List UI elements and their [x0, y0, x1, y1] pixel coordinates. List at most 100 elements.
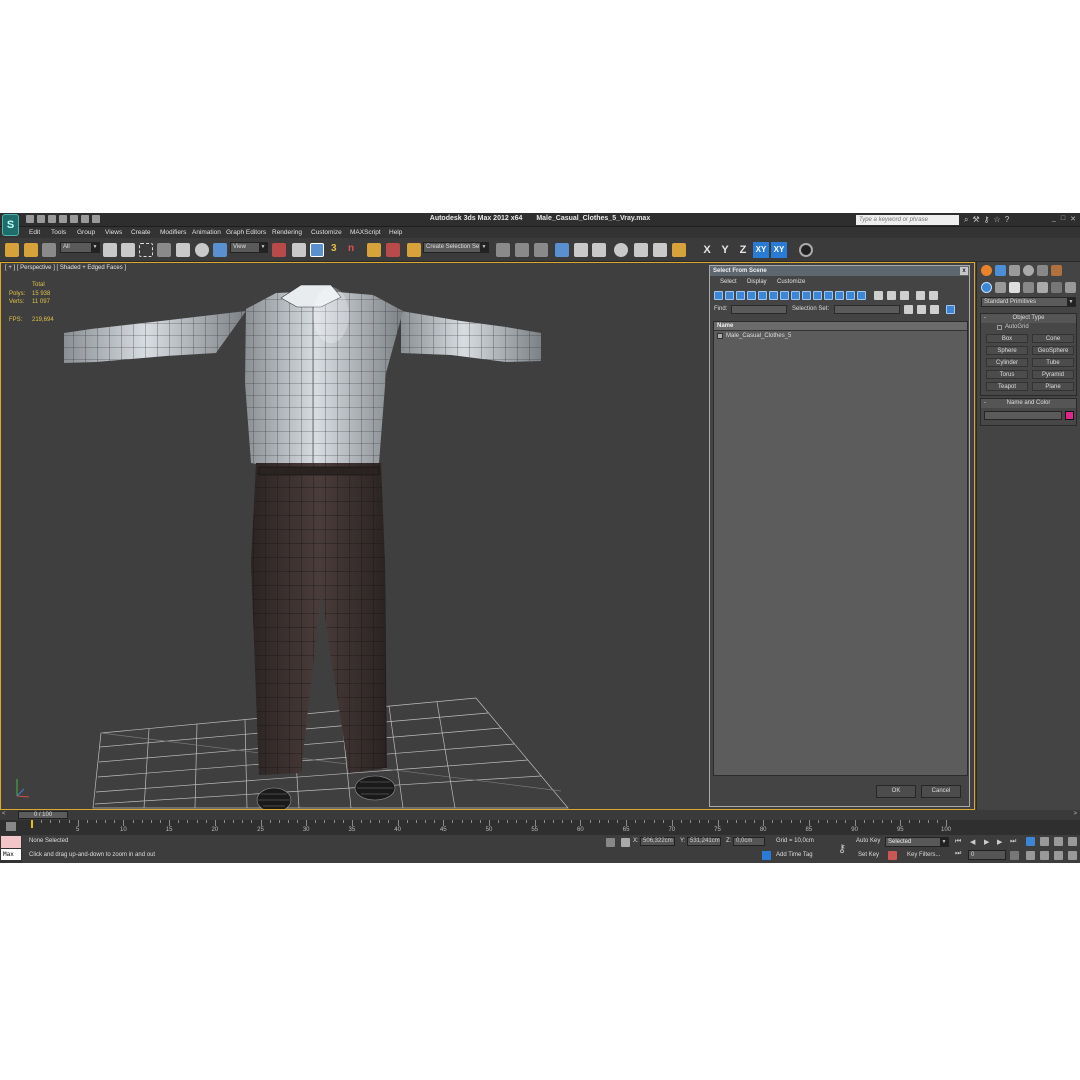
track-bar[interactable]: 5 10 15 20 25 30 35 40 45 50 55 60 65 70 75 80 85 90 95 100 [0, 820, 1080, 835]
time-slider-next-icon[interactable]: > [1073, 811, 1077, 817]
set-key-button[interactable]: Set Key [858, 852, 879, 858]
time-slider-handle[interactable]: 0 / 100 [18, 811, 68, 819]
rotate-icon[interactable] [195, 243, 209, 257]
axis-xy-button[interactable]: XY [753, 242, 769, 258]
mirror-icon[interactable] [496, 243, 510, 257]
menu-maxscript[interactable]: MAXScript [350, 229, 381, 236]
x-coordinate-field[interactable]: 506,322cm [640, 837, 675, 846]
utilities-tab-icon[interactable] [1051, 265, 1062, 276]
tube-button[interactable]: Tube [1032, 358, 1074, 367]
reference-coordinate-dropdown[interactable]: View ▼ [230, 242, 268, 253]
key-mode-toggle-icon[interactable]: ⏭ [955, 850, 961, 858]
filter-helpers-icon[interactable] [758, 291, 767, 300]
ok-button[interactable]: OK [876, 785, 916, 798]
lock-selection-icon[interactable] [606, 838, 615, 847]
filter-options-icon[interactable] [929, 291, 938, 300]
primitive-type-dropdown[interactable]: Standard Primitives ▼ [981, 297, 1076, 307]
default-in-out-tangent-icon[interactable] [888, 851, 897, 860]
box-button[interactable]: Box [986, 334, 1028, 343]
pivot-center-icon[interactable] [272, 243, 286, 257]
snaps-toggle-icon[interactable]: 3 [331, 243, 345, 257]
filter-bones-icon[interactable] [802, 291, 811, 300]
sphere-button[interactable]: Sphere [986, 346, 1028, 355]
time-config-icon[interactable] [1010, 851, 1019, 860]
filter-all-icon[interactable] [857, 291, 866, 300]
display-tab-icon[interactable] [1037, 265, 1048, 276]
menu-customize[interactable]: Customize [311, 229, 342, 236]
previous-frame-icon[interactable]: ◀ [970, 838, 975, 846]
next-frame-icon[interactable]: ▶ [997, 838, 1002, 846]
selection-filter-dropdown[interactable]: All ▼ [60, 242, 100, 253]
filter-containers-icon[interactable] [813, 291, 822, 300]
close-icon[interactable]: ✕ [1070, 215, 1076, 223]
app-logo-button[interactable]: S [2, 214, 19, 236]
axis-z-button[interactable]: Z [735, 242, 751, 258]
lights-icon[interactable] [1009, 282, 1020, 293]
find-input[interactable] [731, 305, 787, 314]
menu-graph-editors[interactable]: Graph Editors [226, 229, 266, 236]
pan-view-icon[interactable] [1040, 851, 1049, 860]
select-none-icon[interactable] [887, 291, 896, 300]
zoom-icon[interactable] [1026, 837, 1035, 846]
vray-icon[interactable] [799, 243, 813, 257]
maxscript-input-field[interactable]: Max [1, 849, 21, 860]
object-color-swatch[interactable] [1065, 411, 1074, 420]
axis-y-button[interactable]: Y [717, 242, 733, 258]
cameras-icon[interactable] [1023, 282, 1034, 293]
menu-rendering[interactable]: Rendering [272, 229, 302, 236]
curve-editor-icon[interactable] [574, 243, 588, 257]
menu-group[interactable]: Group [77, 229, 95, 236]
dialog-close-button[interactable]: x [960, 267, 968, 275]
star-icon[interactable]: ☆ [994, 215, 1001, 225]
align-icon[interactable] [515, 243, 529, 257]
filter-groups-icon[interactable] [780, 291, 789, 300]
infocenter-search-input[interactable]: Type a keyword or phrase [856, 215, 959, 225]
unlink-icon[interactable] [24, 243, 38, 257]
menu-edit[interactable]: Edit [29, 229, 40, 236]
geometry-icon[interactable] [981, 282, 992, 293]
menu-create[interactable]: Create [131, 229, 151, 236]
frame-ruler[interactable]: 5 10 15 20 25 30 35 40 45 50 55 60 65 70 75 80 85 90 95 100 [32, 820, 951, 835]
y-coordinate-field[interactable]: 531,241cm [687, 837, 721, 846]
help-icon[interactable]: ? [1005, 215, 1009, 225]
named-selection-dropdown[interactable]: Create Selection Se ▼ [423, 242, 489, 253]
material-editor-icon[interactable] [614, 243, 628, 257]
schematic-view-icon[interactable] [592, 243, 606, 257]
zoom-extents-icon[interactable] [1054, 837, 1063, 846]
motion-tab-icon[interactable] [1023, 265, 1034, 276]
list-item[interactable]: Male_Casual_Clothes_5 [714, 331, 967, 340]
filter-funnel-icon[interactable] [916, 291, 925, 300]
filter-spacewarps-icon[interactable] [769, 291, 778, 300]
window-crossing-icon[interactable] [157, 243, 171, 257]
select-manipulate-icon[interactable] [292, 243, 306, 257]
filter-frozen-icon[interactable] [824, 291, 833, 300]
teapot-button[interactable]: Teapot [986, 382, 1028, 391]
autogrid-checkbox[interactable]: AutoGrid [981, 323, 1076, 332]
field-of-view-icon[interactable] [1026, 851, 1035, 860]
axis-xy-cycle-button[interactable]: XY [771, 242, 787, 258]
shapes-icon[interactable] [995, 282, 1006, 293]
selection-set-dropdown[interactable] [834, 305, 900, 314]
plane-button[interactable]: Plane [1032, 382, 1074, 391]
go-to-start-icon[interactable]: ⏮ [955, 838, 961, 846]
rectangle-selection-icon[interactable] [139, 243, 153, 257]
time-slider[interactable]: < 0 / 100 > [0, 810, 1080, 820]
auto-key-button[interactable]: Auto Key [856, 838, 880, 844]
select-all-icon[interactable] [874, 291, 883, 300]
select-by-name-icon[interactable] [121, 243, 135, 257]
selection-set-add-icon[interactable] [904, 305, 913, 314]
add-time-tag[interactable]: Add Time Tag [776, 852, 813, 858]
filter-lights-icon[interactable] [736, 291, 745, 300]
list-column-name[interactable]: Name [714, 322, 967, 331]
pyramid-button[interactable]: Pyramid [1032, 370, 1074, 379]
mini-curve-editor-icon[interactable] [6, 822, 16, 831]
dialog-menu-display[interactable]: Display [747, 279, 767, 285]
cylinder-button[interactable]: Cylinder [986, 358, 1028, 367]
helpers-icon[interactable] [1037, 282, 1048, 293]
dialog-menu-select[interactable]: Select [720, 279, 737, 285]
key-mode-dropdown[interactable]: Selected ▼ [885, 837, 949, 847]
modify-tab-icon[interactable] [995, 265, 1006, 276]
name-color-header[interactable]: - Name and Color [981, 399, 1076, 408]
torus-button[interactable]: Torus [986, 370, 1028, 379]
hierarchy-tab-icon[interactable] [1009, 265, 1020, 276]
